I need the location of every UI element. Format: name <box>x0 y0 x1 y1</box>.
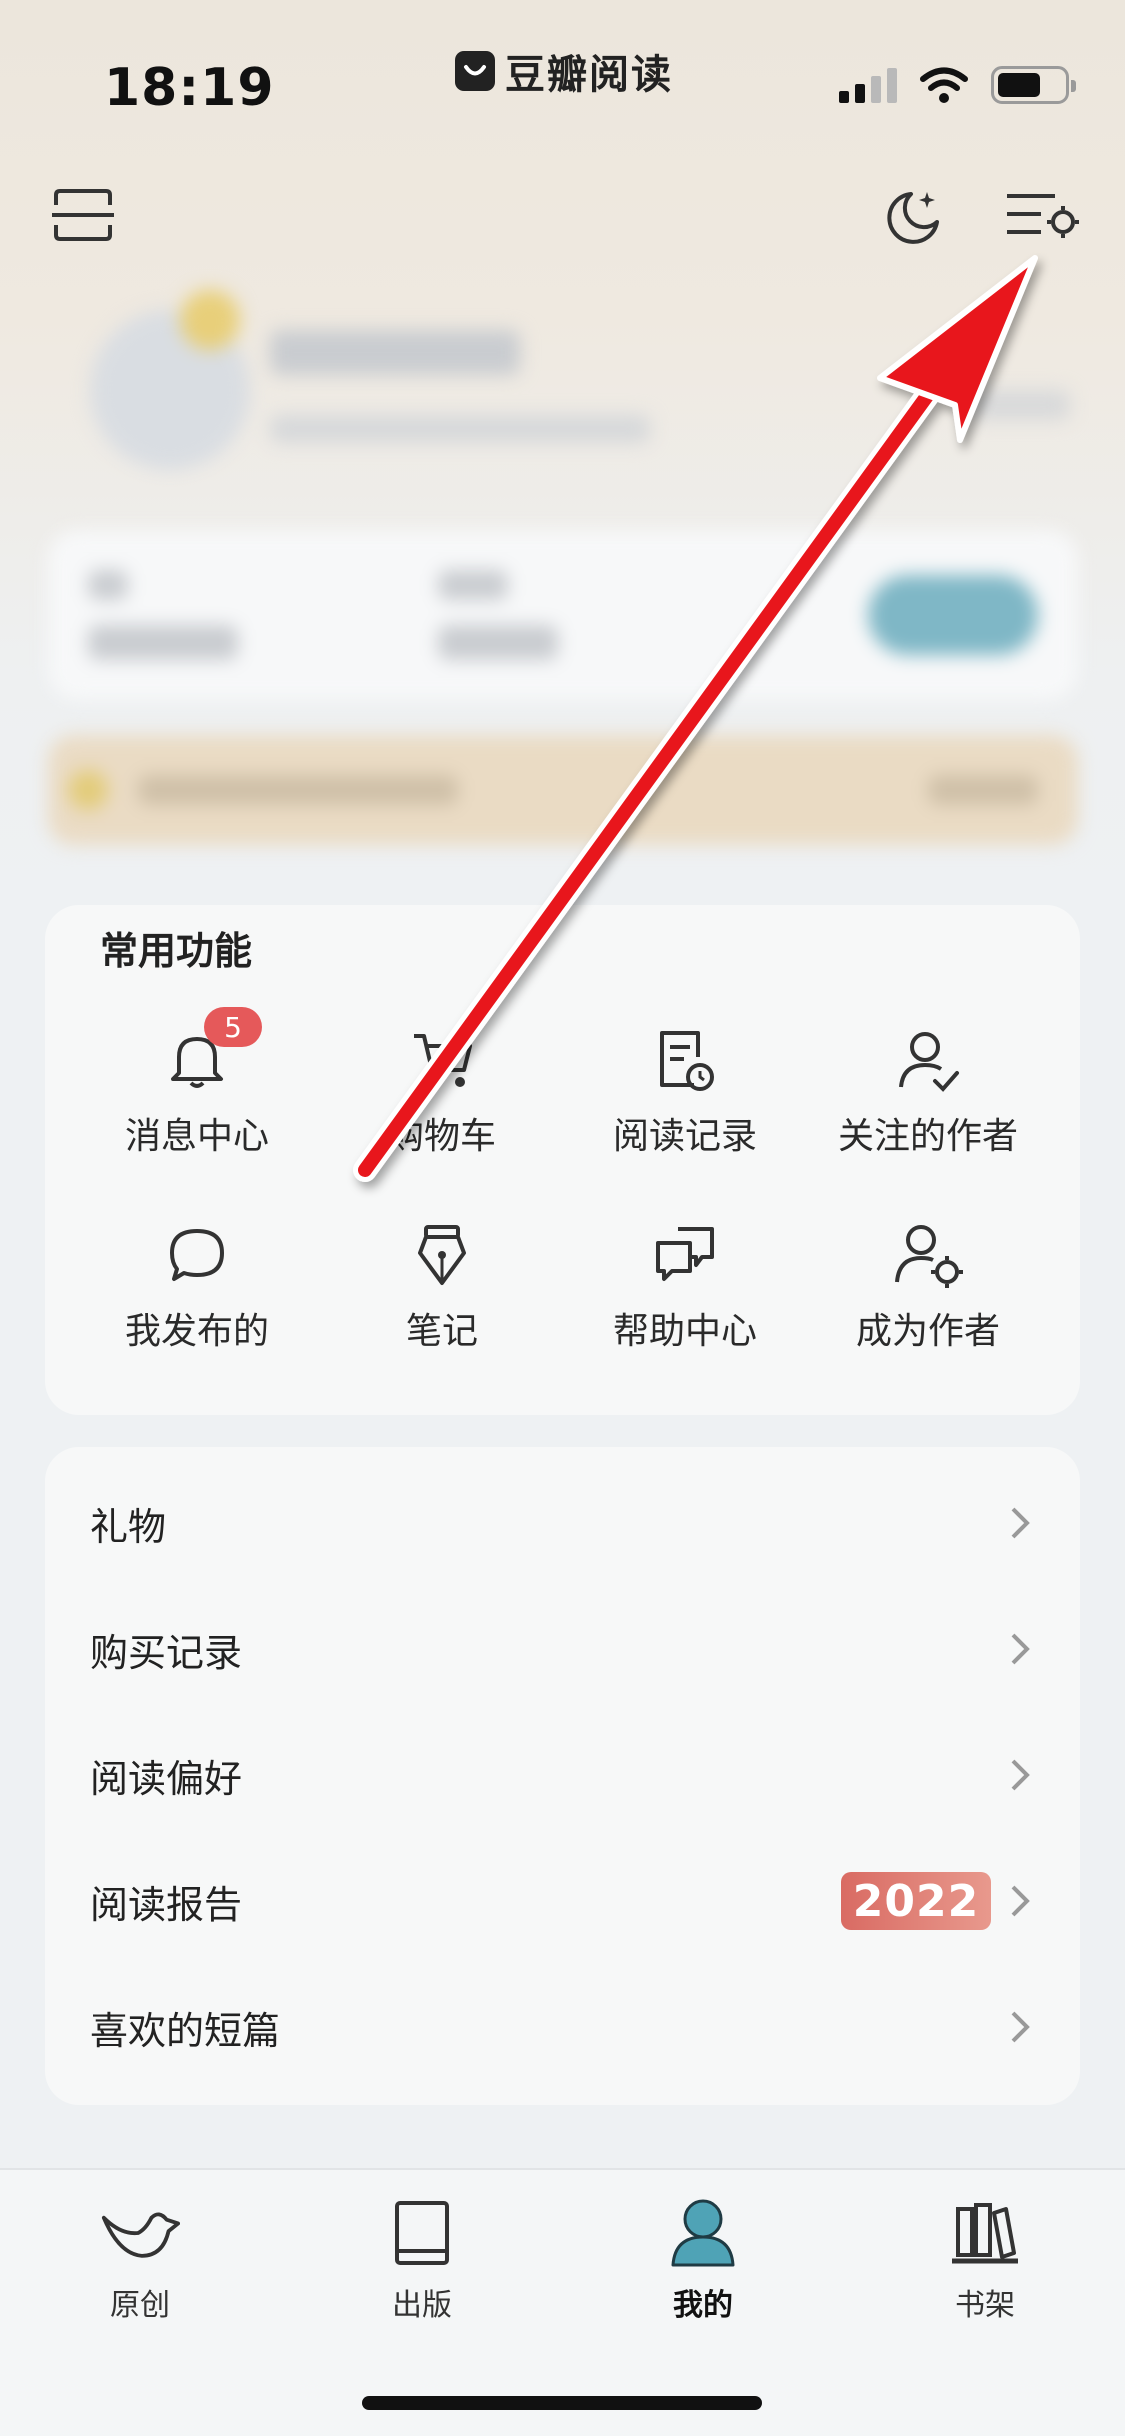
status-indicators <box>839 66 1076 104</box>
report-year-badge: 2022 <box>841 1872 991 1930</box>
scan-icon[interactable] <box>48 185 118 245</box>
chevron-right-icon <box>1005 1881 1035 1921</box>
battery-icon <box>991 66 1076 104</box>
cellular-signal-icon <box>839 67 897 103</box>
func-label: 成为作者 <box>855 1311 1000 1352</box>
func-label: 阅读记录 <box>612 1116 757 1157</box>
moon-stars-icon[interactable] <box>880 183 946 249</box>
douban-app-icon <box>455 51 495 91</box>
tab-mine[interactable]: 我的 <box>603 2195 803 2324</box>
func-label: 关注的作者 <box>837 1116 1018 1157</box>
func-cart[interactable]: 购物车 <box>317 1025 567 1165</box>
vip-banner-blurred[interactable] <box>48 735 1078 845</box>
bookshelf-icon <box>945 2195 1025 2270</box>
menu-row-label: 阅读报告 <box>90 1882 243 1927</box>
chevron-right-icon <box>1005 2007 1035 2047</box>
tab-label: 书架 <box>955 2288 1015 2323</box>
menu-row-label: 购买记录 <box>90 1630 243 1675</box>
func-label: 笔记 <box>405 1311 478 1352</box>
func-label: 消息中心 <box>124 1116 269 1157</box>
func-my-posts[interactable]: 我发布的 <box>72 1220 322 1360</box>
menu-row-reading-preferences[interactable]: 阅读偏好 <box>45 1712 1080 1838</box>
username-placeholder <box>270 330 520 375</box>
profile-header-blurred[interactable] <box>70 290 1070 490</box>
func-notes[interactable]: 笔记 <box>317 1220 567 1360</box>
chevron-right-icon <box>1005 1629 1035 1669</box>
status-app-indicator: 豆瓣阅读 <box>455 42 673 100</box>
status-time: 18:19 <box>104 58 275 118</box>
reading-history-icon <box>650 1025 720 1095</box>
func-label: 我发布的 <box>124 1311 269 1352</box>
help-chat-icon <box>650 1220 720 1290</box>
menu-row-purchase-history[interactable]: 购买记录 <box>45 1586 1080 1712</box>
bell-icon: 5 <box>162 1007 262 1095</box>
func-label: 帮助中心 <box>612 1311 757 1352</box>
chat-bubble-icon <box>162 1220 232 1290</box>
func-reading-history[interactable]: 阅读记录 <box>560 1025 810 1165</box>
tab-label: 出版 <box>392 2288 452 2323</box>
menu-row-label: 礼物 <box>90 1504 167 1549</box>
menu-row-liked-stories[interactable]: 喜欢的短篇 <box>45 1964 1080 2090</box>
func-message-center[interactable]: 5 消息中心 <box>72 1007 322 1165</box>
menu-row-gifts[interactable]: 礼物 <box>45 1460 1080 1586</box>
menu-row-reading-report[interactable]: 阅读报告 2022 <box>45 1838 1080 1964</box>
func-followed-authors[interactable]: 关注的作者 <box>803 1025 1053 1165</box>
tab-label: 我的 <box>673 2288 733 2323</box>
pen-nib-icon <box>407 1220 477 1290</box>
menu-row-label: 喜欢的短篇 <box>90 2008 281 2053</box>
bird-icon <box>100 2195 180 2270</box>
author-settings-icon <box>893 1220 963 1290</box>
account-stats-card-blurred[interactable] <box>48 530 1078 700</box>
chevron-right-icon <box>1005 1755 1035 1795</box>
home-indicator[interactable] <box>362 2396 762 2410</box>
tab-published[interactable]: 出版 <box>322 2195 522 2324</box>
common-functions-title: 常用功能 <box>100 929 253 973</box>
user-icon <box>663 2195 743 2270</box>
tab-original[interactable]: 原创 <box>40 2195 240 2324</box>
wifi-icon <box>920 67 968 103</box>
func-become-author[interactable]: 成为作者 <box>803 1220 1053 1360</box>
followed-author-icon <box>893 1025 963 1095</box>
subtitle-placeholder <box>270 415 650 443</box>
cart-icon <box>407 1025 477 1095</box>
tab-label: 原创 <box>110 2288 170 2323</box>
message-count-badge: 5 <box>204 1007 262 1047</box>
menu-row-label: 阅读偏好 <box>90 1756 243 1801</box>
recharge-button[interactable] <box>868 575 1038 655</box>
profile-link-placeholder <box>970 390 1070 420</box>
func-label: 购物车 <box>387 1116 496 1157</box>
avatar-badge <box>180 290 240 350</box>
func-help-center[interactable]: 帮助中心 <box>560 1220 810 1360</box>
book-icon <box>382 2195 462 2270</box>
chevron-right-icon <box>1005 1503 1035 1543</box>
tab-bookshelf[interactable]: 书架 <box>885 2195 1085 2324</box>
status-app-name: 豆瓣阅读 <box>505 52 673 98</box>
settings-menu-icon[interactable] <box>1005 188 1081 244</box>
